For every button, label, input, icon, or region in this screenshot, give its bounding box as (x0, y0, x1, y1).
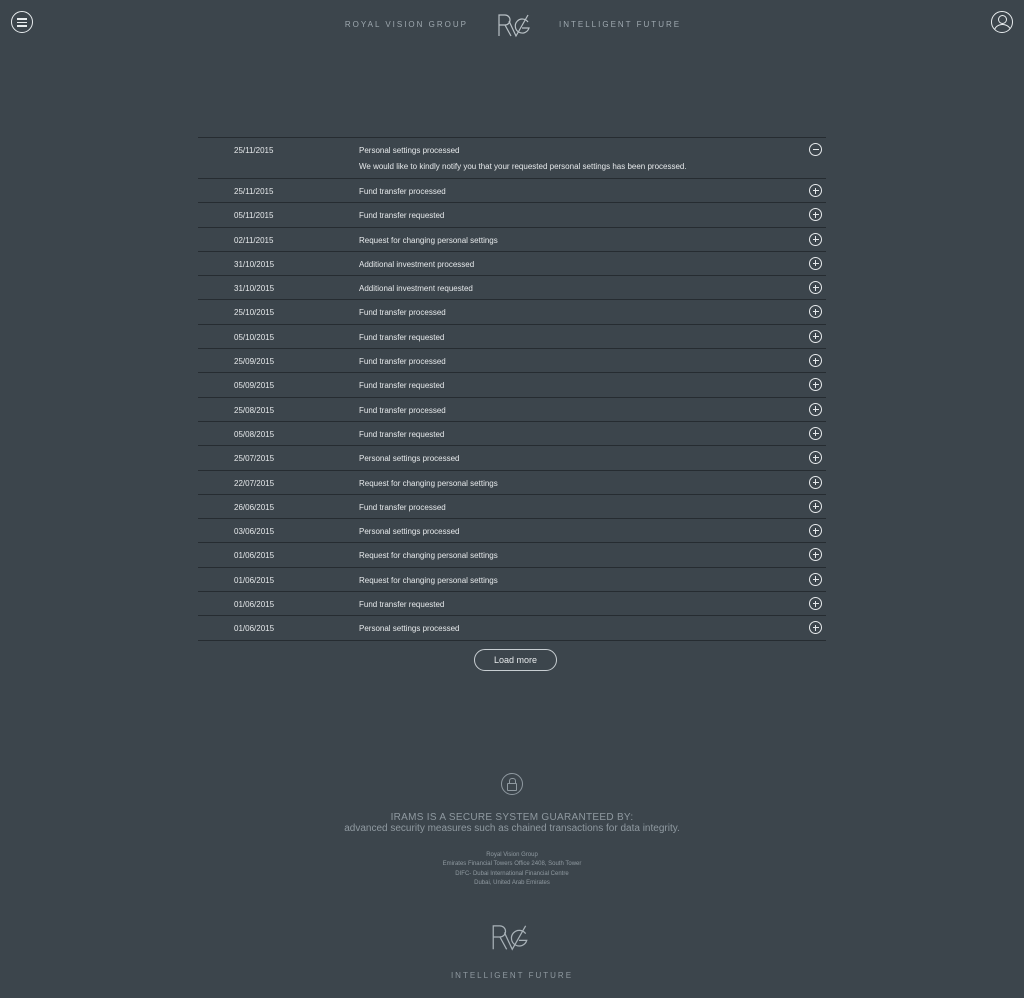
notification-date: 05/11/2015 (234, 211, 274, 221)
notification-date: 25/10/2015 (234, 308, 275, 318)
notification-row[interactable]: 01/06/2015 Fund transfer requested (198, 592, 826, 617)
notification-title: Request for changing personal settings (359, 551, 498, 561)
notification-row[interactable]: 05/10/2015 Fund transfer requested (198, 325, 826, 350)
plus-circle-icon[interactable] (809, 281, 822, 295)
notification-date: 22/07/2015 (234, 478, 275, 488)
notification-title: Request for changing personal settings (359, 235, 498, 245)
notification-row[interactable]: 25/11/2015 Fund transfer processed (198, 179, 826, 204)
plus-circle-icon[interactable] (809, 256, 822, 270)
notification-title: Request for changing personal settings (359, 575, 498, 585)
notification-title: Request for changing personal settings (359, 478, 498, 488)
address-line: DIFC- Dubai International Financial Cent… (455, 871, 569, 877)
notification-date: 05/08/2015 (234, 429, 275, 439)
plus-circle-icon[interactable] (809, 354, 822, 368)
notification-row[interactable]: 01/06/2015 Request for changing personal … (198, 568, 826, 593)
notification-date: 25/11/2015 (234, 187, 274, 196)
user-icon[interactable] (991, 11, 1013, 33)
address-line: Emirates Financial Towers Office 2408, S… (442, 861, 582, 867)
notification-title: Personal settings processed (359, 454, 460, 464)
notification-title: Fund transfer requested (359, 381, 445, 391)
footer-rvg-logo (492, 925, 528, 951)
notification-row[interactable]: 31/10/2015 Additional investment requeste… (198, 276, 826, 301)
notification-date: 25/11/2015 (234, 146, 274, 155)
plus-circle-icon[interactable] (809, 329, 822, 343)
plus-circle-icon[interactable] (809, 597, 822, 611)
notification-date: 05/10/2015 (234, 332, 275, 342)
menu-icon[interactable] (11, 11, 33, 33)
top-bar: ROYAL VISION GROUP INTELLIGENT FUTURE (0, 0, 1024, 50)
notification-row[interactable]: 01/06/2015 Personal settings processed (198, 616, 826, 641)
notification-date: 25/07/2015 (234, 454, 275, 464)
notification-date: 31/10/2015 (234, 259, 275, 269)
plus-circle-icon[interactable] (809, 475, 822, 489)
notification-row[interactable]: 25/08/2015 Fund transfer processed (198, 398, 826, 422)
notification-title: Fund transfer requested (359, 332, 445, 342)
notification-date: 02/11/2015 (234, 235, 274, 245)
notification-list: 25/11/2015 Personal settings processed We … (198, 137, 826, 641)
notification-date: 01/06/2015 (234, 551, 275, 561)
notification-date: 01/06/2015 (234, 575, 275, 585)
notification-title: Fund transfer processed (359, 357, 446, 367)
plus-circle-icon[interactable] (809, 305, 822, 319)
notification-date: 25/09/2015 (234, 357, 275, 367)
notification-title: Fund transfer requested (359, 429, 445, 439)
plus-circle-icon[interactable] (809, 426, 822, 440)
plus-circle-icon[interactable] (809, 232, 822, 246)
notification-title: Fund transfer processed (359, 187, 446, 196)
notification-row[interactable]: 05/11/2015 Fund transfer requested (198, 203, 826, 228)
security-subtitle: advanced security measures such as chain… (344, 823, 680, 834)
notification-row[interactable]: 25/09/2015 Fund transfer processed (198, 349, 826, 374)
notification-row[interactable]: 02/11/2015 Request for changing personal … (198, 228, 826, 252)
notification-title: Fund transfer processed (359, 308, 446, 318)
plus-circle-icon[interactable] (809, 572, 822, 586)
load-more-button[interactable]: Load more (474, 649, 557, 671)
notification-title: Personal settings processed (359, 527, 460, 537)
plus-circle-icon[interactable] (809, 524, 822, 538)
plus-circle-icon[interactable] (809, 451, 822, 465)
notification-date: 31/10/2015 (234, 284, 275, 294)
notification-date: 25/08/2015 (234, 405, 275, 415)
rvg-logo[interactable] (497, 12, 531, 38)
notification-title: Fund transfer processed (359, 405, 446, 415)
notification-date: 05/09/2015 (234, 381, 275, 391)
security-title: IRAMS IS A SECURE SYSTEM GUARANTEED BY: (390, 812, 634, 823)
footer-tagline: INTELLIGENT FUTURE (450, 971, 574, 980)
brand-tagline: INTELLIGENT FUTURE (559, 20, 682, 29)
notification-row[interactable]: 01/06/2015 Request for changing personal … (198, 543, 826, 568)
notification-row[interactable]: 05/09/2015 Fund transfer requested (198, 373, 826, 398)
notification-date: 03/06/2015 (234, 527, 275, 537)
notification-row[interactable]: 05/08/2015 Fund transfer requested (198, 422, 826, 447)
notification-message: We would like to kindly notify you that … (359, 162, 687, 171)
minus-circle-icon[interactable] (809, 143, 822, 156)
notification-row[interactable]: 26/06/2015 Fund transfer processed (198, 495, 826, 520)
plus-circle-icon[interactable] (809, 402, 822, 416)
notification-date: 01/06/2015 (234, 624, 275, 634)
plus-circle-icon[interactable] (809, 548, 822, 562)
plus-circle-icon[interactable] (809, 184, 822, 197)
notification-title: Fund transfer requested (359, 600, 445, 610)
plus-circle-icon[interactable] (809, 378, 822, 392)
notification-row[interactable]: 31/10/2015 Additional investment processe… (198, 252, 826, 277)
notification-row[interactable]: 25/07/2015 Personal settings processed (198, 446, 826, 471)
plus-circle-icon[interactable] (809, 499, 822, 513)
plus-circle-icon[interactable] (809, 208, 822, 222)
lock-icon (501, 773, 523, 795)
notification-row[interactable]: 25/11/2015 Personal settings processed We … (198, 138, 826, 179)
notification-title: Additional investment requested (359, 284, 473, 294)
brand-name: ROYAL VISION GROUP (344, 20, 468, 29)
notification-title: Personal settings processed (359, 146, 460, 155)
notification-row[interactable]: 03/06/2015 Personal settings processed (198, 519, 826, 544)
address-line: Royal Vision Group (486, 852, 538, 858)
notification-row[interactable]: 25/10/2015 Fund transfer processed (198, 300, 826, 325)
notification-title: Additional investment processed (359, 259, 475, 269)
plus-circle-icon[interactable] (809, 621, 822, 635)
notification-title: Fund transfer processed (359, 502, 446, 512)
address-line: Dubai, United Arab Emirates (474, 880, 550, 886)
notification-date: 26/06/2015 (234, 502, 275, 512)
notification-title: Fund transfer requested (359, 211, 445, 221)
notification-title: Personal settings processed (359, 624, 460, 634)
notification-row[interactable]: 22/07/2015 Request for changing personal … (198, 471, 826, 495)
notification-date: 01/06/2015 (234, 600, 275, 610)
